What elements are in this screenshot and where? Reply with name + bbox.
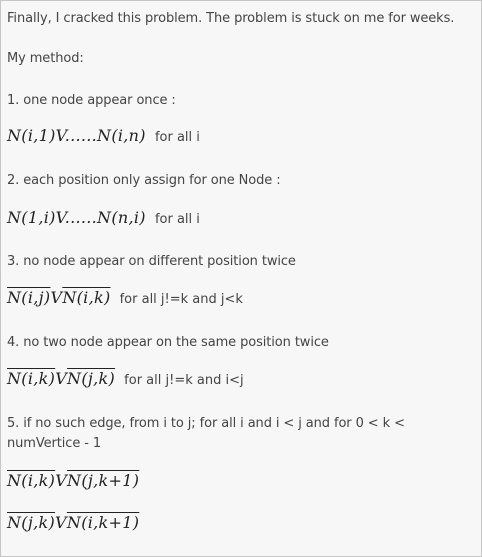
constraint-5-formula-2-a: N(j,k) — [7, 513, 56, 532]
constraint-3-formula-a: N(i,j) — [7, 288, 51, 307]
constraint-4-suffix: for all j!=k and i<j — [124, 373, 244, 388]
constraint-5-formula-1-or: V — [55, 471, 68, 490]
intro-text: Finally, I cracked this problem. The pro… — [7, 11, 455, 26]
constraint-4-formula-row: N(i,k)VN(j,k) for all j!=k and i<j — [7, 369, 244, 388]
answer-frame: Finally, I cracked this problem. The pro… — [0, 0, 482, 557]
constraint-4-formula-b: N(j,k) — [67, 369, 116, 388]
constraint-4-or: V — [55, 369, 68, 388]
constraint-4-formula-a: N(i,k) — [7, 369, 56, 388]
constraint-1-formula: N(i,1)V......N(i,n) — [7, 126, 146, 145]
constraint-1-formula-row: N(i,1)V......N(i,n) for all i — [7, 126, 200, 145]
constraint-2-formula-row: N(1,i)V......N(n,i) for all i — [7, 208, 200, 227]
constraint-1-label: 1. one node appear once : — [7, 93, 176, 108]
constraint-5-formula-1-b: N(j,k+1) — [67, 471, 140, 490]
constraint-3-suffix: for all j!=k and j<k — [119, 292, 243, 307]
constraint-5-formula-2: N(j,k)VN(i,k+1) — [7, 513, 139, 532]
constraint-2-formula: N(1,i)V......N(n,i) — [7, 208, 146, 227]
constraint-5-label: 5. if no such edge, from i to j; for all… — [7, 416, 405, 451]
constraint-5-formula-1-a: N(i,k) — [7, 471, 56, 490]
constraint-5-formula-2-b: N(i,k+1) — [66, 513, 140, 532]
constraint-3-formula-b: N(i,k) — [62, 288, 111, 307]
constraint-1-suffix: for all i — [154, 130, 200, 145]
constraint-5-formula-1: N(i,k)VN(j,k+1) — [7, 471, 139, 490]
method-heading: My method: — [7, 51, 84, 66]
constraint-2-label: 2. each position only assign for one Nod… — [7, 173, 281, 188]
constraint-2-suffix: for all i — [154, 212, 200, 227]
constraint-3-formula-row: N(i,j)VN(i,k) for all j!=k and j<k — [7, 288, 243, 307]
constraint-5-formula-2-or: V — [55, 513, 67, 532]
constraint-3-or: V — [50, 288, 63, 307]
constraint-4-label: 4. no two node appear on the same positi… — [7, 335, 329, 350]
constraint-3-label: 3. no node appear on different position … — [7, 254, 296, 269]
